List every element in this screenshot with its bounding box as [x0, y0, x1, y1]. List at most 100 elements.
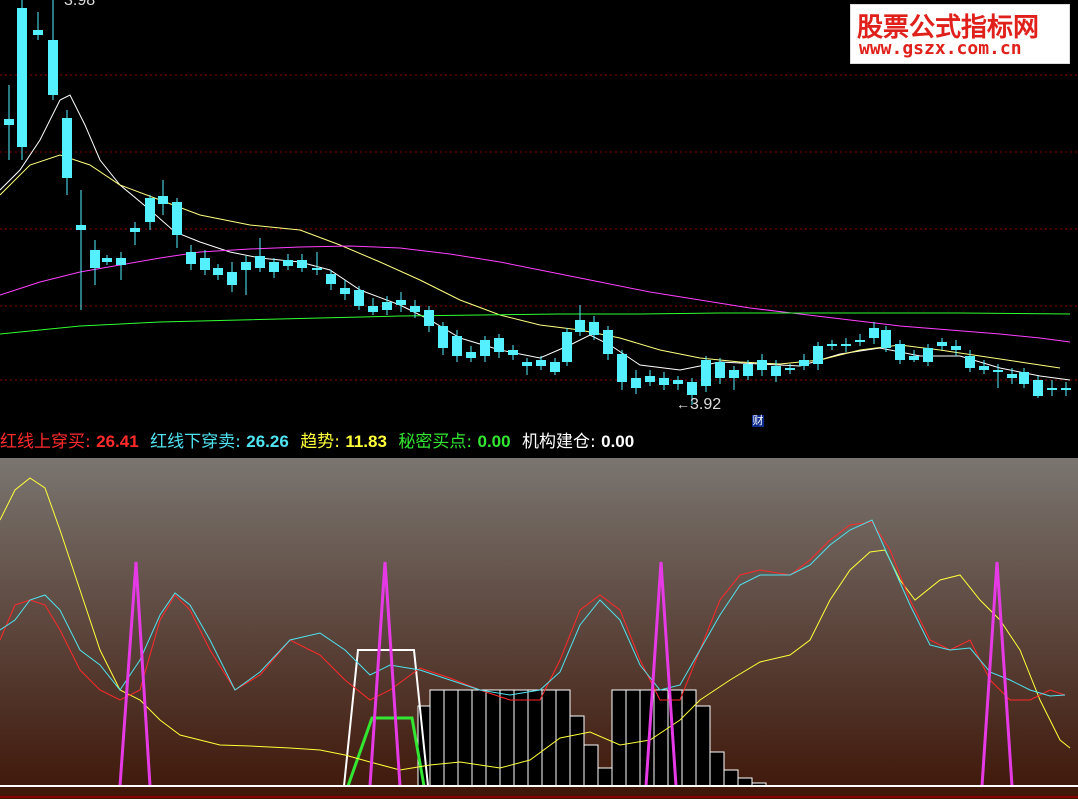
candle-body-down [1033, 380, 1043, 396]
candle-body-down [855, 340, 865, 342]
legend-item-buy: 红线上穿买: 26.41 [0, 432, 139, 452]
candle-body-down [827, 344, 837, 346]
legend-value: 26.26 [246, 432, 289, 451]
candle-body-down [715, 362, 725, 378]
candle-body-down [550, 362, 560, 372]
candle-body-down [172, 202, 182, 235]
candle-body-down [368, 306, 378, 312]
candle-body-down [937, 342, 947, 346]
candle-body-down [48, 40, 58, 95]
legend-label: 秘密买点 [398, 432, 467, 452]
candle-body-down [743, 364, 753, 376]
legend-value: 0.00 [601, 432, 635, 451]
candle-body-down [785, 368, 795, 370]
legend-label: 红线上穿买 [0, 432, 85, 452]
candle-body-down [340, 288, 350, 294]
candle-body-down [508, 350, 518, 355]
candle-body-down [90, 250, 100, 268]
candle-body-down [480, 340, 490, 356]
institution-bar [499, 689, 515, 787]
candle-body-down [130, 228, 140, 232]
institution-bar [597, 767, 613, 787]
watermark-logo: 股票公式指标网 www.gszx.com.cn [850, 4, 1070, 64]
candle-body-down [617, 354, 627, 382]
legend-item-trend: 趋势: 11.83 [300, 432, 387, 452]
low-price-arrow: ← [676, 396, 690, 412]
candle-body-down [951, 346, 961, 350]
legend-item-institution: 机构建仓: 0.00 [521, 432, 635, 452]
candle-body-down [466, 352, 476, 358]
candle-body-down [1047, 388, 1057, 390]
candle-body-down [102, 258, 112, 262]
candle-body-down [283, 260, 293, 266]
institution-bar [429, 689, 445, 787]
institution-bar [569, 715, 585, 787]
candle-body-down [326, 274, 336, 284]
candle-body-down [452, 336, 462, 356]
candle-body-down [33, 30, 43, 35]
institution-bar [527, 689, 543, 787]
institution-bar [471, 689, 487, 787]
institution-bar [443, 689, 459, 787]
legend-item-sell: 红线下穿卖: 26.26 [150, 432, 289, 452]
candle-body-down [869, 328, 879, 338]
candle-body-down [438, 326, 448, 348]
candle-body-down [186, 252, 196, 264]
candle-body-down [200, 258, 210, 270]
candle-body-down [771, 366, 781, 376]
legend-label: 机构建仓 [521, 432, 590, 452]
candle-body-down [687, 382, 697, 395]
indicator-legend: 红线上穿买: 26.41 红线下穿卖: 26.26 趋势: 11.83 秘密买点… [0, 428, 1078, 456]
watermark-url: www.gszx.com.cn [859, 38, 1022, 59]
candle-body-down [354, 290, 364, 306]
candle-body-down [158, 196, 168, 204]
institution-bar [709, 751, 725, 787]
candle-body-down [909, 356, 919, 360]
candle-body-down [76, 225, 86, 230]
finance-badge-icon[interactable]: 财 [752, 415, 764, 427]
candle-body-down [536, 360, 546, 366]
candle-body-down [841, 344, 851, 346]
candle-body-down [673, 380, 683, 384]
institution-bar [695, 705, 711, 787]
institution-bar [625, 689, 641, 787]
stock-chart[interactable] [0, 0, 1078, 799]
candle-body-down [145, 198, 155, 222]
legend-label: 红线下穿卖 [150, 432, 236, 452]
legend-value: 11.83 [345, 432, 387, 451]
candle-body-down [213, 268, 223, 275]
legend-item-secret-buy: 秘密买点: 0.00 [398, 432, 511, 452]
institution-bar [513, 689, 529, 787]
candle-body-down [799, 360, 809, 366]
candle-body-down [241, 262, 251, 270]
candle-body-down [269, 262, 279, 272]
candle-body-down [965, 356, 975, 368]
institution-bar [681, 689, 697, 787]
candle-body-down [659, 378, 669, 385]
candle-body-down [227, 272, 237, 285]
candle-body-down [1019, 372, 1029, 384]
candle-body-down [494, 338, 504, 352]
candle-body-down [813, 346, 823, 364]
institution-bar [555, 689, 571, 787]
legend-value: 0.00 [477, 432, 511, 451]
candle-body-down [312, 268, 322, 270]
candle-body-down [410, 306, 420, 312]
candle-body-down [17, 8, 27, 147]
legend-value: 26.41 [96, 432, 139, 451]
candle-body-down [881, 330, 891, 348]
candle-body-down [603, 330, 613, 354]
candle-body-down [575, 320, 585, 332]
institution-bar [541, 689, 557, 787]
candle-body-down [701, 360, 711, 386]
candle-body-down [62, 118, 72, 178]
candle-body-down [757, 360, 767, 370]
institution-bar [485, 689, 501, 787]
low-price-label: 3.92 [690, 396, 722, 413]
institution-bar [723, 769, 739, 787]
candle-body-down [923, 348, 933, 362]
candle-body-down [297, 260, 307, 268]
candle-body-down [645, 376, 655, 382]
candle-body-down [116, 258, 126, 265]
candle-body-down [562, 332, 572, 362]
